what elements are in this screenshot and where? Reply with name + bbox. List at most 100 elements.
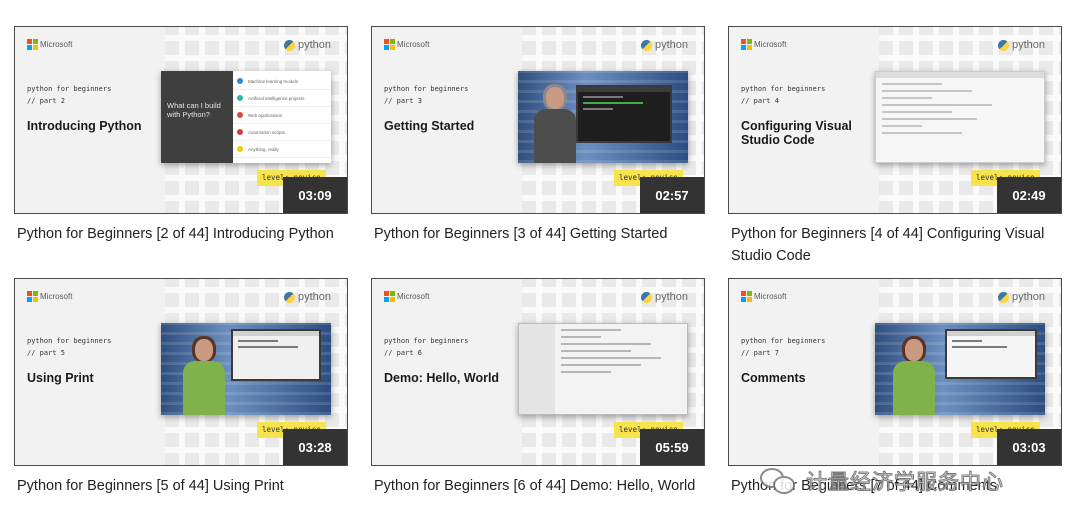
video-title-link[interactable]: Python for Beginners [4 of 44] Configuri… <box>728 223 1062 267</box>
video-grid: Microsoft python python for beginners //… <box>14 26 1062 522</box>
series-label: python for beginners // part 6 <box>384 335 468 359</box>
microsoft-wordmark: Microsoft <box>754 39 787 49</box>
slide-list-item: Web applications <box>233 107 331 124</box>
python-logo-icon <box>997 291 1009 303</box>
python-logo: python <box>997 291 1045 303</box>
microsoft-logo: Microsoft <box>384 291 429 302</box>
video-card[interactable]: Microsoft python python for beginners //… <box>14 278 348 522</box>
slide-heading: What can I build with Python? <box>161 71 233 163</box>
slide-list-item-label: Web applications <box>248 112 283 118</box>
python-logo: python <box>997 39 1045 51</box>
microsoft-wordmark: Microsoft <box>754 291 787 301</box>
python-wordmark: python <box>654 39 688 51</box>
presenter-video-frame <box>161 323 331 415</box>
python-logo: python <box>283 291 331 303</box>
series-part: // part 2 <box>27 97 65 105</box>
python-logo-icon <box>640 39 652 51</box>
series-name: python for beginners <box>384 337 469 345</box>
presenter <box>181 336 227 415</box>
video-thumbnail[interactable]: Microsoft python python for beginners //… <box>728 26 1062 214</box>
series-name: python for beginners <box>27 85 112 93</box>
wechat-icon <box>760 466 798 496</box>
microsoft-logo-icon <box>384 39 395 50</box>
microsoft-logo: Microsoft <box>741 39 787 50</box>
python-wordmark: python <box>297 291 331 303</box>
presenter <box>532 84 578 163</box>
python-wordmark: python <box>654 291 688 303</box>
microsoft-logo-icon <box>741 291 752 302</box>
python-wordmark: python <box>297 39 331 51</box>
python-wordmark: python <box>1011 291 1045 303</box>
video-title-link[interactable]: Python for Beginners [5 of 44] Using Pri… <box>14 475 348 497</box>
slide-list-item: Artificial intelligence projects <box>233 90 331 107</box>
python-logo: python <box>640 39 688 51</box>
series-label: python for beginners // part 3 <box>384 83 468 107</box>
video-thumbnail[interactable]: Microsoft python python for beginners //… <box>728 278 1062 466</box>
video-thumbnail[interactable]: Microsoft python python for beginners //… <box>371 26 705 214</box>
code-screen <box>576 85 672 143</box>
vscode-screenshot <box>875 71 1045 163</box>
microsoft-logo: Microsoft <box>27 39 73 50</box>
watermark-text: 计量经济学服务中心 <box>806 470 1004 495</box>
video-thumbnail[interactable]: Microsoft python python for beginners //… <box>371 278 705 466</box>
duration-badge: 02:49 <box>997 177 1061 213</box>
robot-icon <box>237 95 243 101</box>
episode-title: Introducing Python <box>27 119 142 133</box>
slide-list: Machine learning models Artificial intel… <box>233 71 331 163</box>
series-label: python for beginners // part 2 <box>27 83 111 107</box>
series-name: python for beginners <box>741 85 826 93</box>
slide-list-item: Automation scripts <box>233 124 331 141</box>
series-label: python for beginners // part 4 <box>741 83 825 107</box>
video-title-link[interactable]: Python for Beginners [6 of 44] Demo: Hel… <box>371 475 705 497</box>
brain-icon <box>237 78 243 84</box>
python-logo: python <box>640 291 688 303</box>
episode-title: Demo: Hello, World <box>384 371 500 385</box>
series-part: // part 7 <box>741 349 779 357</box>
series-name: python for beginners <box>27 337 112 345</box>
microsoft-logo-icon <box>741 39 752 50</box>
series-part: // part 6 <box>384 349 422 357</box>
lightbulb-icon <box>237 146 243 152</box>
slide-list-item: Machine learning models <box>233 73 331 90</box>
microsoft-logo-icon <box>384 291 395 302</box>
presenter-video-frame <box>518 71 688 163</box>
python-wordmark: python <box>1011 39 1045 51</box>
series-part: // part 5 <box>27 349 65 357</box>
microsoft-logo: Microsoft <box>384 39 429 50</box>
series-part: // part 4 <box>741 97 779 105</box>
microsoft-wordmark: Microsoft <box>40 39 73 49</box>
video-card[interactable]: Microsoft python python for beginners //… <box>14 26 348 278</box>
video-thumbnail[interactable]: Microsoft python python for beginners //… <box>14 278 348 466</box>
duration-badge: 03:09 <box>283 177 347 213</box>
video-card[interactable]: Microsoft python python for beginners //… <box>371 278 705 522</box>
episode-title: Comments <box>741 371 806 385</box>
presenter-video-frame <box>875 323 1045 415</box>
series-name: python for beginners <box>741 337 826 345</box>
series-part: // part 3 <box>384 97 422 105</box>
microsoft-logo-icon <box>27 291 38 302</box>
duration-badge: 03:03 <box>997 429 1061 465</box>
video-card[interactable]: Microsoft python python for beginners //… <box>728 26 1062 278</box>
video-card[interactable]: Microsoft python python for beginners //… <box>371 26 705 278</box>
video-title-link[interactable]: Python for Beginners [3 of 44] Getting S… <box>371 223 705 245</box>
slide-preview: What can I build with Python? Machine le… <box>161 71 331 163</box>
slide-list-item-label: Artificial intelligence projects <box>248 95 305 101</box>
wrench-icon <box>237 129 243 135</box>
video-thumbnail[interactable]: Microsoft python python for beginners //… <box>14 26 348 214</box>
series-label: python for beginners // part 7 <box>741 335 825 359</box>
slide-list-item-label: Automation scripts <box>248 129 286 135</box>
microsoft-logo: Microsoft <box>741 291 787 302</box>
episode-title: Configuring Visual Studio Code <box>741 119 852 147</box>
episode-title: Using Print <box>27 371 94 385</box>
watermark: 计量经济学服务中心 <box>760 466 1004 496</box>
duration-badge: 03:28 <box>283 429 347 465</box>
video-title-link[interactable]: Python for Beginners [2 of 44] Introduci… <box>14 223 348 245</box>
episode-title: Getting Started <box>384 119 475 133</box>
python-logo-icon <box>283 39 295 51</box>
series-name: python for beginners <box>384 85 469 93</box>
code-screen <box>945 329 1037 379</box>
duration-badge: 05:59 <box>640 429 704 465</box>
python-logo-icon <box>283 291 295 303</box>
microsoft-logo: Microsoft <box>27 291 72 302</box>
code-screen <box>231 329 321 381</box>
